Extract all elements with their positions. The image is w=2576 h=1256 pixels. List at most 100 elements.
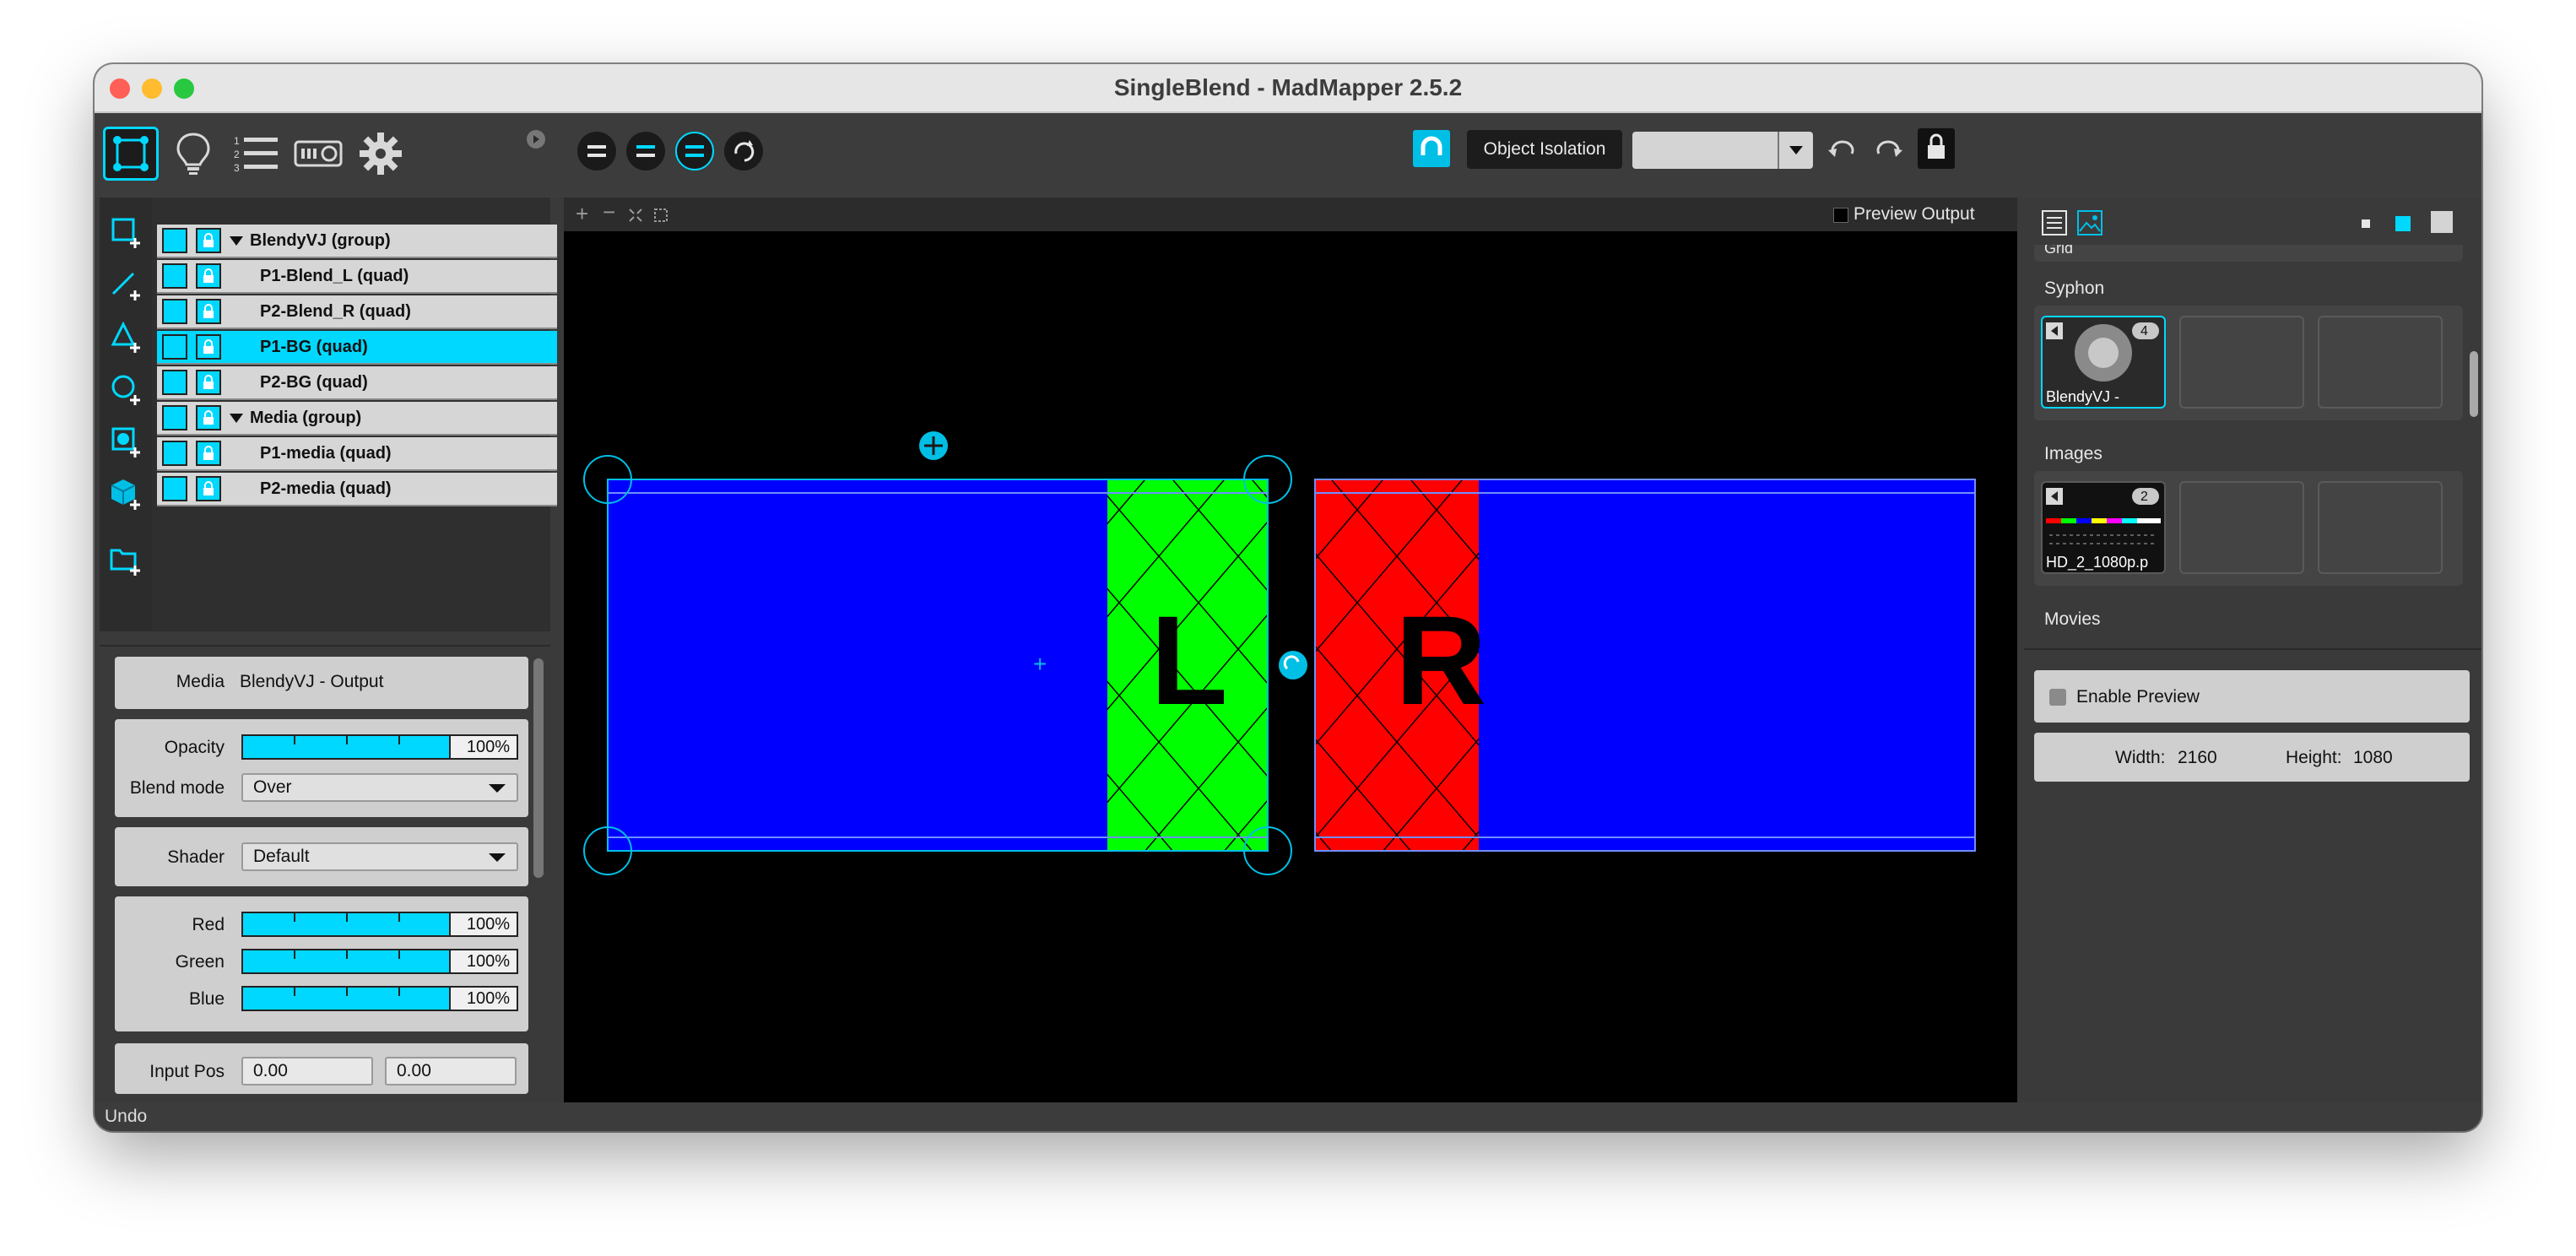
- add-group-button[interactable]: [110, 544, 143, 577]
- layer-lock-toggle[interactable]: [196, 299, 221, 324]
- layer-row[interactable]: BlendyVJ (group): [157, 225, 557, 258]
- add-3d-object-button[interactable]: [110, 478, 143, 512]
- redo-icon: [1876, 140, 1902, 157]
- disclosure-triangle-icon[interactable]: [228, 411, 245, 425]
- layer-row[interactable]: P1-media (quad): [157, 437, 557, 471]
- green-slider[interactable]: [241, 949, 451, 974]
- preferences-tab-button[interactable]: [353, 127, 409, 181]
- movies-section-label: Movies: [2044, 609, 2101, 629]
- surfaces-tab-button[interactable]: [103, 127, 159, 181]
- lock-icon: [203, 339, 214, 354]
- layer-row[interactable]: P2-media (quad): [157, 473, 557, 506]
- syphon-thumbnail[interactable]: 4 BlendyVJ -: [2041, 316, 2166, 409]
- disclosure-triangle-icon[interactable]: [228, 234, 245, 247]
- green-value[interactable]: 100%: [449, 949, 518, 974]
- input-pos-y-field[interactable]: 0.00: [385, 1057, 517, 1085]
- preview-output-checkbox[interactable]: [1833, 208, 1848, 223]
- add-line-button[interactable]: [110, 268, 143, 302]
- rotate-button[interactable]: [724, 132, 763, 171]
- layer-lock-toggle[interactable]: [196, 370, 221, 395]
- right-blue-surface[interactable]: [1479, 479, 1975, 851]
- lightbulb-icon: [176, 133, 210, 175]
- output-tab-button[interactable]: [290, 127, 346, 181]
- media-tab-button[interactable]: [165, 127, 221, 181]
- list-view-icon[interactable]: [2041, 209, 2068, 236]
- thumb-size-medium-button[interactable]: [2395, 216, 2411, 231]
- layer-lock-toggle[interactable]: [196, 441, 221, 466]
- enable-preview-checkbox[interactable]: [2049, 689, 2066, 706]
- color-section: Red 100% Green 100% Blue 100%: [115, 896, 528, 1031]
- zoom-in-icon[interactable]: +: [576, 201, 588, 227]
- align-button-2[interactable]: [626, 132, 665, 171]
- opacity-slider[interactable]: [241, 734, 451, 760]
- input-pos-x-field[interactable]: 0.00: [241, 1057, 373, 1085]
- visibility-checkbox[interactable]: [162, 263, 187, 289]
- visibility-checkbox[interactable]: [162, 441, 187, 466]
- isolation-select[interactable]: [1632, 132, 1813, 169]
- layer-row[interactable]: P2-Blend_R (quad): [157, 295, 557, 329]
- layer-label: P1-media (quad): [260, 443, 392, 463]
- library-scrollbar[interactable]: [2470, 351, 2478, 417]
- lock-toggle-button[interactable]: [1918, 128, 1955, 169]
- status-bar: Undo: [95, 1102, 2481, 1131]
- svg-text:1: 1: [234, 135, 240, 147]
- visibility-checkbox[interactable]: [162, 334, 187, 360]
- visibility-checkbox[interactable]: [162, 405, 187, 430]
- layer-row-selected[interactable]: P1-BG (quad): [157, 331, 557, 365]
- width-value[interactable]: 2160: [2178, 748, 2217, 768]
- undo-button[interactable]: [1825, 135, 1859, 165]
- layer-lock-toggle[interactable]: [196, 405, 221, 430]
- title-bar: SingleBlend - MadMapper 2.5.2: [95, 64, 2481, 113]
- opacity-value[interactable]: 100%: [449, 734, 518, 760]
- thumb-size-large-button[interactable]: [2431, 211, 2453, 233]
- layer-row[interactable]: Media (group): [157, 402, 557, 436]
- height-value[interactable]: 1080: [2353, 748, 2393, 768]
- redo-button[interactable]: [1872, 135, 1906, 165]
- visibility-checkbox[interactable]: [162, 228, 187, 253]
- zoom-out-icon[interactable]: −: [603, 199, 615, 225]
- grid-strip: Grid: [2034, 245, 2463, 262]
- blend-mode-select[interactable]: Over: [241, 773, 518, 802]
- add-mask-button[interactable]: [110, 425, 143, 459]
- red-slider[interactable]: [241, 912, 451, 937]
- rotate-handle-icon[interactable]: [1279, 651, 1307, 679]
- fullscreen-icon[interactable]: [653, 208, 668, 223]
- surfaces-panel: BlendyVJ (group) P1-Blend_L (quad) P2-Bl…: [100, 198, 557, 631]
- visibility-checkbox[interactable]: [162, 370, 187, 395]
- canvas-viewport[interactable]: L + R: [564, 231, 2017, 1102]
- red-value[interactable]: 100%: [449, 912, 518, 937]
- blue-value[interactable]: 100%: [449, 986, 518, 1011]
- add-circle-button[interactable]: [110, 373, 143, 407]
- object-isolation-button[interactable]: Object Isolation: [1467, 130, 1622, 169]
- media-value[interactable]: BlendyVJ - Output: [240, 672, 383, 692]
- magnet-button[interactable]: [1413, 130, 1450, 167]
- visibility-checkbox[interactable]: [162, 299, 187, 324]
- chevron-down-icon: [1778, 132, 1813, 169]
- align-button-1[interactable]: [577, 132, 616, 171]
- folder-add-icon: [110, 549, 140, 576]
- image-thumbnail[interactable]: 2 HD_2_1080p.p: [2041, 481, 2166, 574]
- numbered-list-icon: 1 2 3: [234, 135, 278, 174]
- layer-lock-toggle[interactable]: [196, 334, 221, 360]
- image-view-icon[interactable]: [2076, 209, 2103, 236]
- layer-lock-toggle[interactable]: [196, 263, 221, 289]
- properties-scrollbar[interactable]: [533, 658, 544, 878]
- shader-select[interactable]: Default: [241, 842, 518, 871]
- layer-row[interactable]: P1-Blend_L (quad): [157, 260, 557, 294]
- collapse-panel-button[interactable]: [527, 130, 545, 149]
- add-triangle-button[interactable]: [110, 321, 143, 355]
- layer-lock-toggle[interactable]: [196, 476, 221, 501]
- empty-slot: [2318, 316, 2443, 409]
- add-mask-icon: [111, 427, 140, 457]
- layer-row[interactable]: P2-BG (quad): [157, 366, 557, 400]
- syphon-grid: 4 BlendyVJ -: [2034, 306, 2463, 420]
- blue-slider[interactable]: [241, 986, 451, 1011]
- align-button-3[interactable]: [675, 132, 714, 171]
- thumb-size-small-button[interactable]: [2362, 219, 2370, 228]
- visibility-checkbox[interactable]: [162, 476, 187, 501]
- list-tab-button[interactable]: 1 2 3: [228, 127, 284, 181]
- syphon-source-icon: 4: [2046, 322, 2159, 382]
- layer-lock-toggle[interactable]: [196, 228, 221, 253]
- fit-view-icon[interactable]: [628, 208, 643, 223]
- add-quad-button[interactable]: [110, 216, 143, 250]
